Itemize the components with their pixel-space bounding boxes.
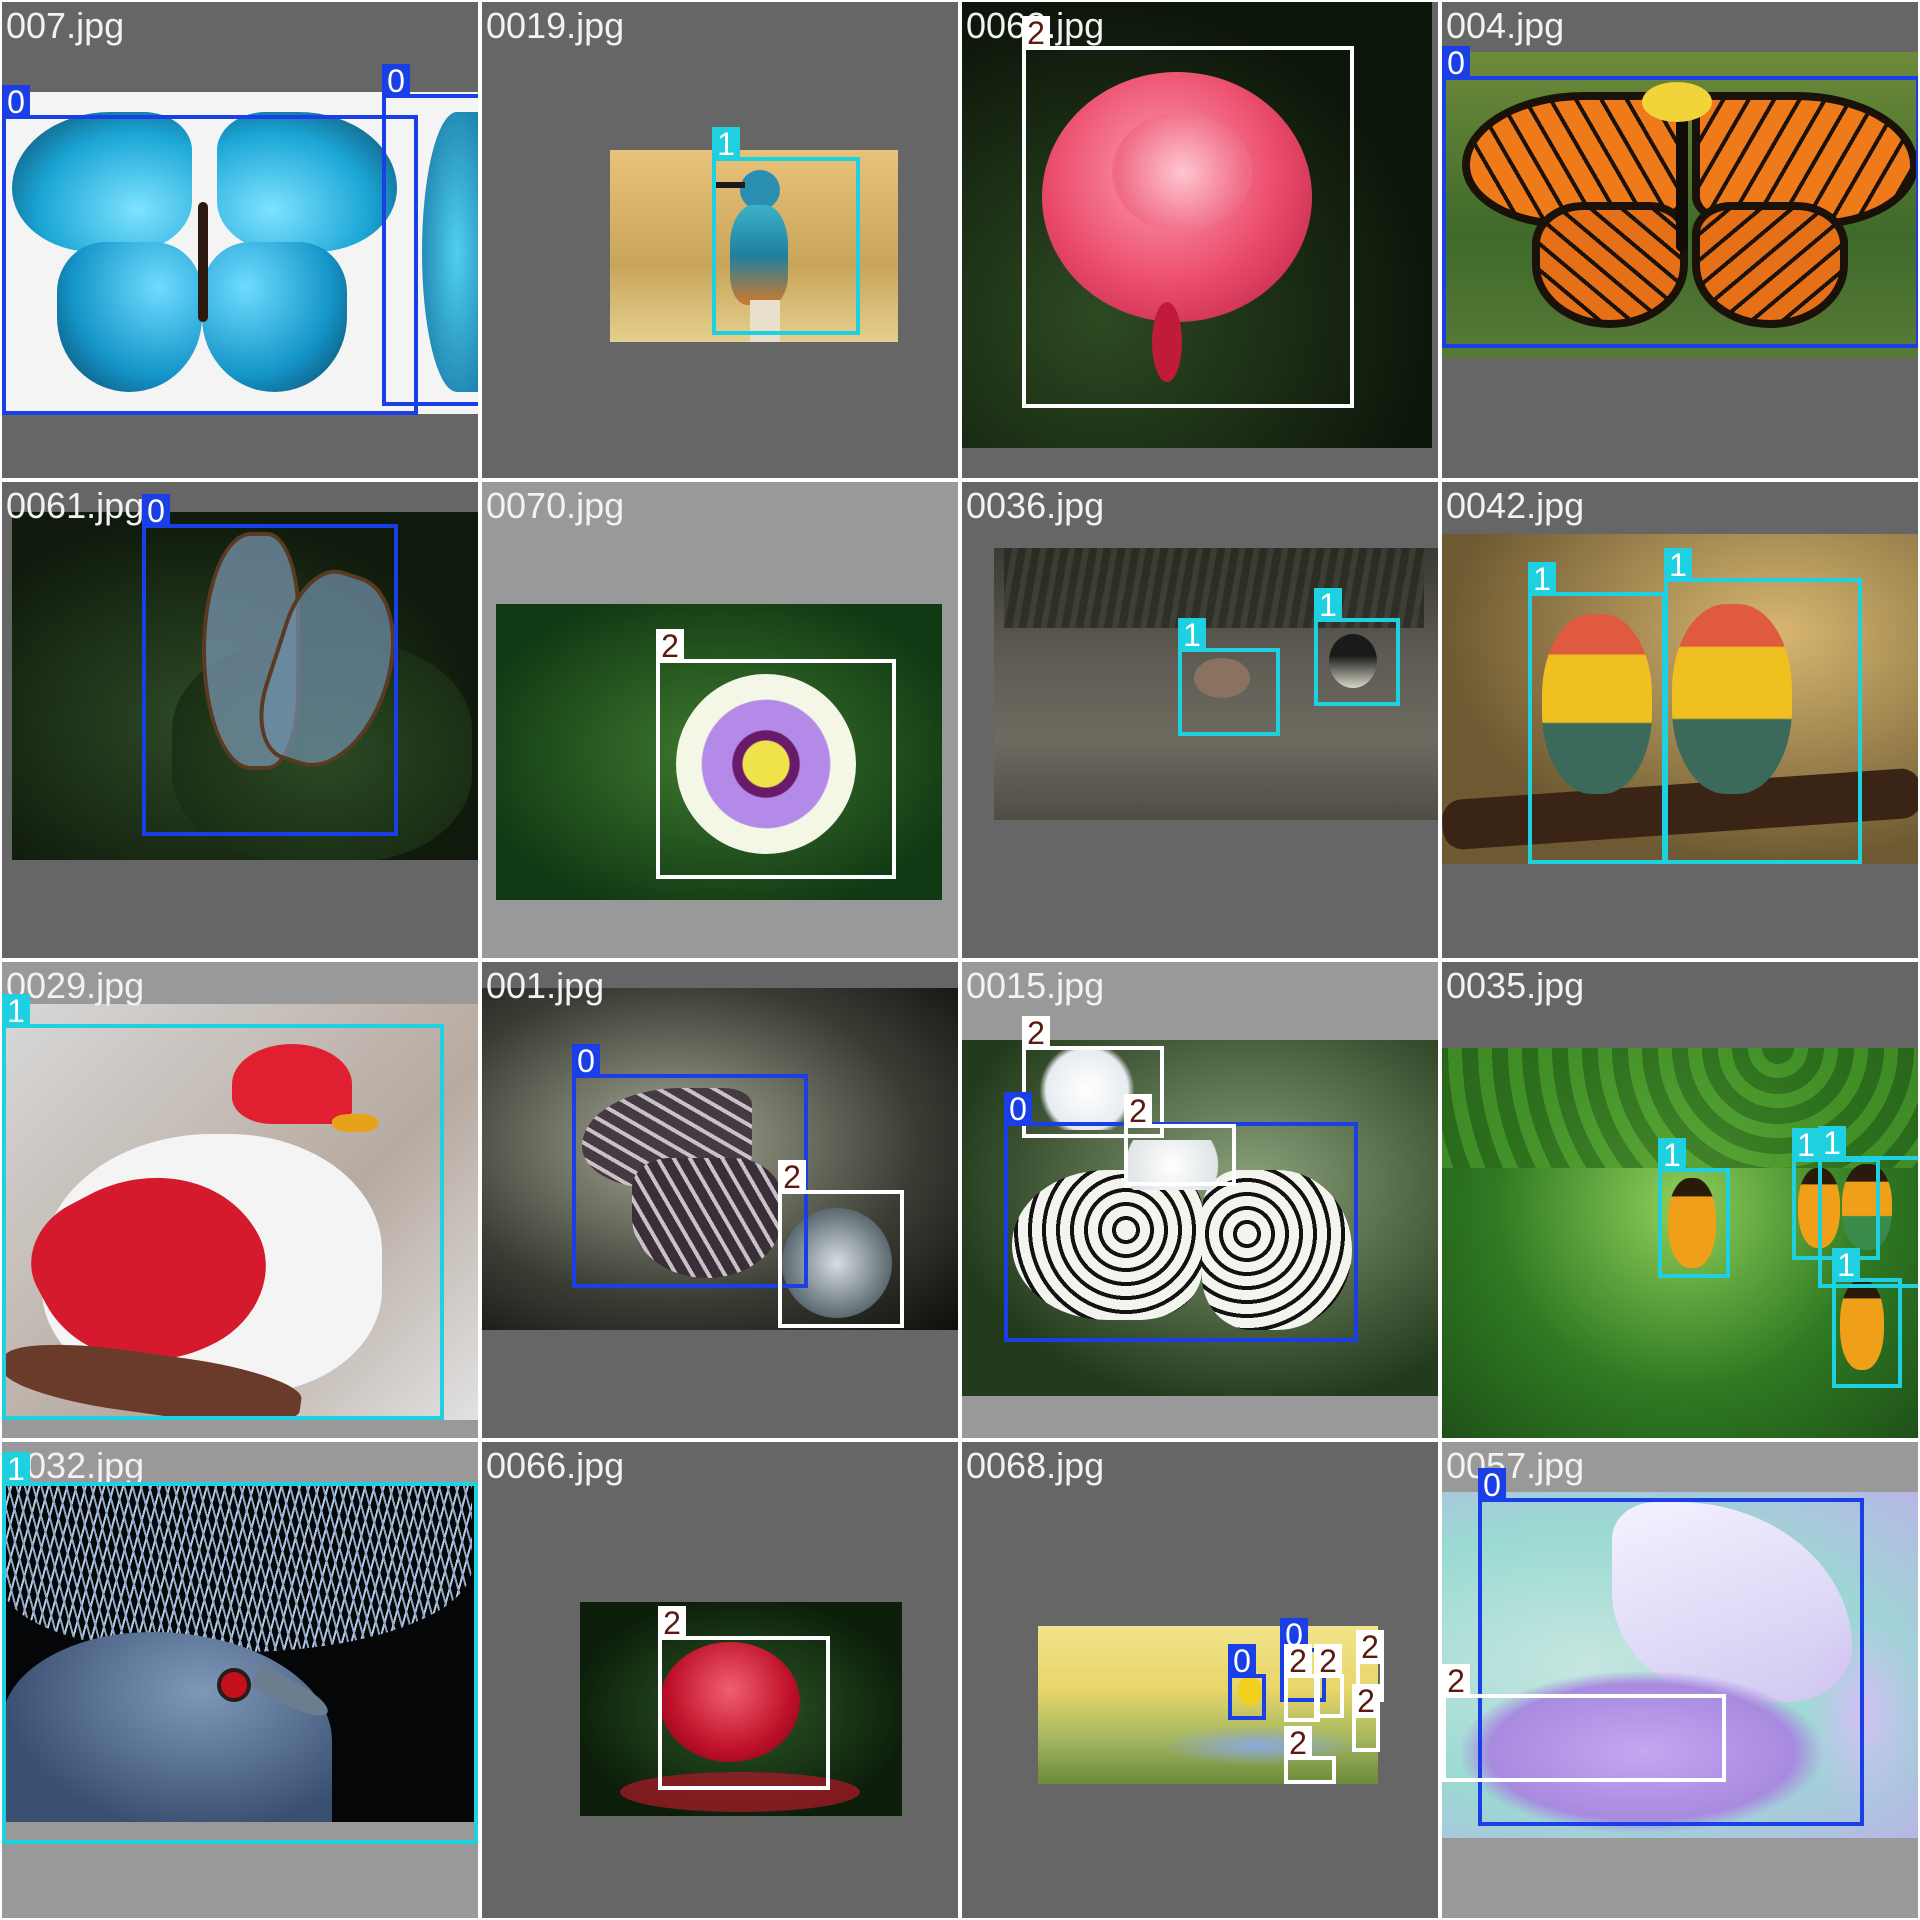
bounding-box-class-1: 1 bbox=[1832, 1248, 1902, 1388]
class-label: 2 bbox=[1284, 1726, 1312, 1760]
bounding-box-class-0: 0 bbox=[1442, 46, 1918, 348]
tile-filename: 007.jpg bbox=[6, 5, 125, 46]
class-label: 2 bbox=[658, 1606, 686, 1640]
bounding-box-class-1: 1 bbox=[2, 1452, 478, 1844]
mosaic-tile: 0068.jpg 0 0 2 2 2 2 2 bbox=[960, 1440, 1440, 1920]
tile-filename: 0070.jpg bbox=[486, 485, 625, 526]
class-label: 2 bbox=[656, 629, 684, 663]
mosaic-tile: 0015.jpg 2 0 2 bbox=[960, 960, 1440, 1440]
class-label: 1 bbox=[1314, 588, 1342, 622]
class-label: 0 bbox=[382, 64, 410, 98]
bounding-box-class-2: 2 bbox=[1022, 16, 1354, 408]
class-label: 1 bbox=[1658, 1138, 1686, 1172]
class-label: 1 bbox=[1832, 1248, 1860, 1282]
bounding-box-class-2: 2 bbox=[1284, 1726, 1336, 1784]
class-label: 1 bbox=[712, 127, 740, 161]
class-label: 2 bbox=[1284, 1644, 1312, 1678]
tile-filename: 0035.jpg bbox=[1446, 965, 1585, 1006]
mosaic-tile: 0042.jpg 1 1 bbox=[1440, 480, 1920, 960]
class-label: 0 bbox=[1004, 1092, 1032, 1126]
class-label: 0 bbox=[142, 494, 170, 528]
bounding-box-class-0: 0 bbox=[1228, 1644, 1266, 1720]
class-label: 0 bbox=[1442, 46, 1470, 80]
mosaic-tile: 0066.jpg 2 bbox=[480, 1440, 960, 1920]
bounding-box-class-1: 1 bbox=[1528, 562, 1666, 864]
tile-filename: 004.jpg bbox=[1446, 5, 1565, 46]
mosaic-tile: 0032.jpg 1 bbox=[0, 1440, 480, 1920]
bounding-box-class-0: 0 bbox=[2, 85, 418, 415]
class-label: 2 bbox=[1442, 1664, 1470, 1698]
bounding-box-class-2: 2 bbox=[658, 1606, 830, 1790]
mosaic-tile: 0036.jpg 1 1 bbox=[960, 480, 1440, 960]
class-label: 2 bbox=[1352, 1684, 1380, 1718]
mosaic-tile: 001.jpg 0 2 bbox=[480, 960, 960, 1440]
bounding-box-class-0: 0 bbox=[572, 1044, 808, 1288]
class-label: 1 bbox=[2, 1452, 30, 1486]
mosaic-tile: 0061.jpg 0 bbox=[0, 480, 480, 960]
bounding-box-class-2: 2 bbox=[1352, 1684, 1380, 1752]
class-label: 2 bbox=[1356, 1630, 1384, 1664]
class-label: 1 bbox=[1664, 548, 1692, 582]
tile-filename: 0066.jpg bbox=[486, 1445, 625, 1486]
bounding-box-class-1: 1 bbox=[1314, 588, 1400, 706]
class-label: 2 bbox=[1022, 16, 1050, 50]
class-label: 0 bbox=[572, 1044, 600, 1078]
bounding-box-class-1: 1 bbox=[712, 127, 860, 335]
mosaic-tile: 004.jpg 0 bbox=[1440, 0, 1920, 480]
bounding-box-class-2: 2 bbox=[778, 1160, 904, 1328]
tile-filename: 0068.jpg bbox=[966, 1445, 1105, 1486]
tile-filename: 0057.jpg bbox=[1446, 1445, 1585, 1486]
mosaic-tile: 0062.jpg2 bbox=[960, 0, 1440, 480]
class-label: 2 bbox=[1022, 1016, 1050, 1050]
tile-filename: 0042.jpg bbox=[1446, 485, 1585, 526]
class-label: 0 bbox=[2, 85, 30, 119]
class-label: 0 bbox=[1478, 1468, 1506, 1502]
bounding-box-class-1: 1 bbox=[2, 994, 444, 1420]
bounding-box-class-1: 1 bbox=[1664, 548, 1862, 864]
tile-filename: 001.jpg bbox=[486, 965, 605, 1006]
class-label: 0 bbox=[1228, 1644, 1256, 1678]
class-label: 1 bbox=[1792, 1128, 1820, 1162]
class-label: 1 bbox=[1818, 1126, 1846, 1160]
class-label: 1 bbox=[1178, 618, 1206, 652]
mosaic-tile: 0057.jpg 0 2 bbox=[1440, 1440, 1920, 1920]
bounding-box-class-0: 0 bbox=[142, 494, 398, 836]
bounding-box-class-0: 0 bbox=[382, 64, 478, 406]
tile-filename: 0015.jpg bbox=[966, 965, 1105, 1006]
class-label: 1 bbox=[2, 994, 30, 1028]
bounding-box-class-2: 2 bbox=[1124, 1094, 1236, 1186]
class-label: 2 bbox=[1314, 1644, 1342, 1678]
tile-filename: 0019.jpg bbox=[486, 5, 625, 46]
bounding-box-class-1: 1 bbox=[1658, 1138, 1730, 1278]
class-label: 2 bbox=[1124, 1094, 1152, 1128]
class-label: 2 bbox=[778, 1160, 806, 1194]
detection-mosaic: 007.jpg00 0019.jpg1 0062.jpg2 004.jpg0 0… bbox=[0, 0, 1920, 1920]
mosaic-tile: 0070.jpg 2 bbox=[480, 480, 960, 960]
bounding-box-class-2: 2 bbox=[656, 629, 896, 879]
bounding-box-class-1: 1 bbox=[1178, 618, 1280, 736]
mosaic-tile: 0035.jpg 1 1 1 1 bbox=[1440, 960, 1920, 1440]
bounding-box-class-2: 2 bbox=[1314, 1644, 1344, 1718]
mosaic-tile: 0019.jpg 1 bbox=[480, 0, 960, 480]
mosaic-tile: 0029.jpg 1 bbox=[0, 960, 480, 1440]
tile-filename: 0061.jpg bbox=[6, 485, 145, 526]
class-label: 1 bbox=[1528, 562, 1556, 596]
tile-filename: 0036.jpg bbox=[966, 485, 1105, 526]
bounding-box-class-2: 2 bbox=[1442, 1664, 1726, 1782]
mosaic-tile: 007.jpg 0 0 bbox=[0, 0, 480, 480]
